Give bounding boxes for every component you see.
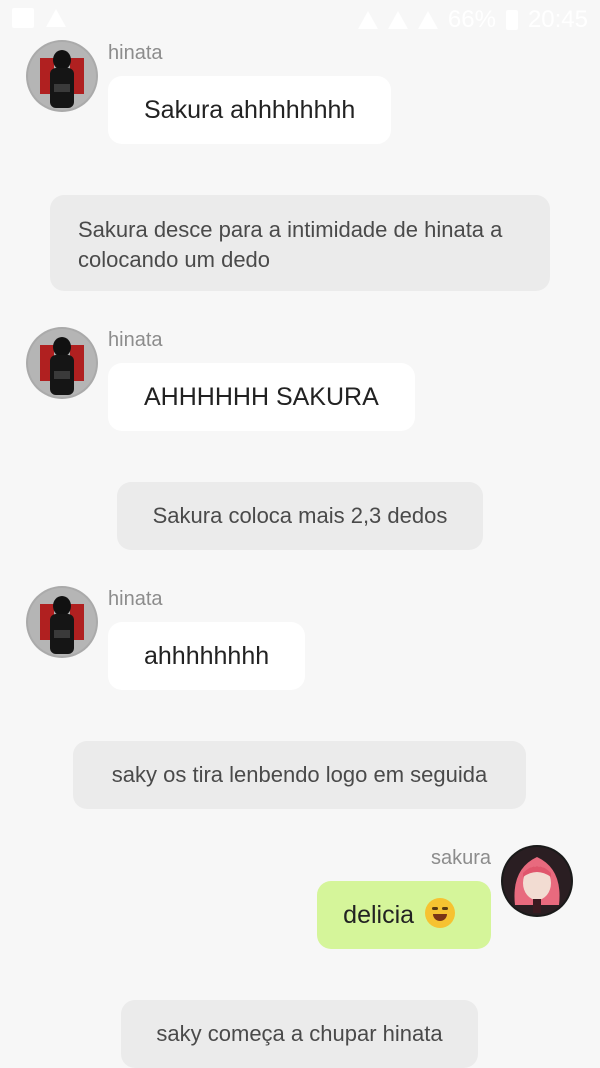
- narration-bubble[interactable]: Sakura desce para a intimidade de hinata…: [50, 195, 550, 291]
- battery-percentage: 66%: [447, 6, 496, 33]
- sender-name: hinata: [108, 588, 163, 610]
- status-right-icons: 66% 20:45: [357, 6, 588, 34]
- status-bar: 66% 20:45: [0, 0, 600, 40]
- message-bubble[interactable]: AHHHHHH SAKURA: [108, 363, 415, 431]
- message-bubble[interactable]: ahhhhhhhh: [108, 622, 306, 690]
- narration-bubble[interactable]: Sakura coloca mais 2,3 dedos: [117, 482, 483, 550]
- message-bubble-outgoing[interactable]: delicia: [317, 881, 491, 949]
- message-bubble[interactable]: Sakura ahhhhhhhh: [108, 76, 392, 144]
- narration-bubble[interactable]: saky começa a chupar hinata: [121, 1000, 478, 1068]
- signal-icon: [417, 11, 438, 29]
- grinning-face-with-tongue-emoji-icon: [425, 898, 455, 929]
- avatar-hinata[interactable]: [26, 586, 98, 658]
- status-left-icons: [12, 8, 66, 28]
- sender-name: hinata: [108, 42, 163, 64]
- clock: 20:45: [527, 6, 588, 33]
- sender-name: hinata: [108, 329, 163, 351]
- avatar-hinata[interactable]: [26, 327, 98, 399]
- message-text: delicia: [343, 901, 415, 929]
- alert-icon: [357, 11, 378, 29]
- gallery-notification-icon: [12, 8, 34, 28]
- battery-icon: [505, 10, 518, 30]
- sender-name: sakura: [430, 847, 491, 869]
- warning-notification-icon: [46, 9, 66, 27]
- avatar-hinata[interactable]: [26, 40, 98, 112]
- avatar-sakura[interactable]: [501, 845, 573, 917]
- wifi-icon: [387, 11, 408, 29]
- narration-bubble[interactable]: saky os tira lenbendo logo em seguida: [73, 741, 526, 809]
